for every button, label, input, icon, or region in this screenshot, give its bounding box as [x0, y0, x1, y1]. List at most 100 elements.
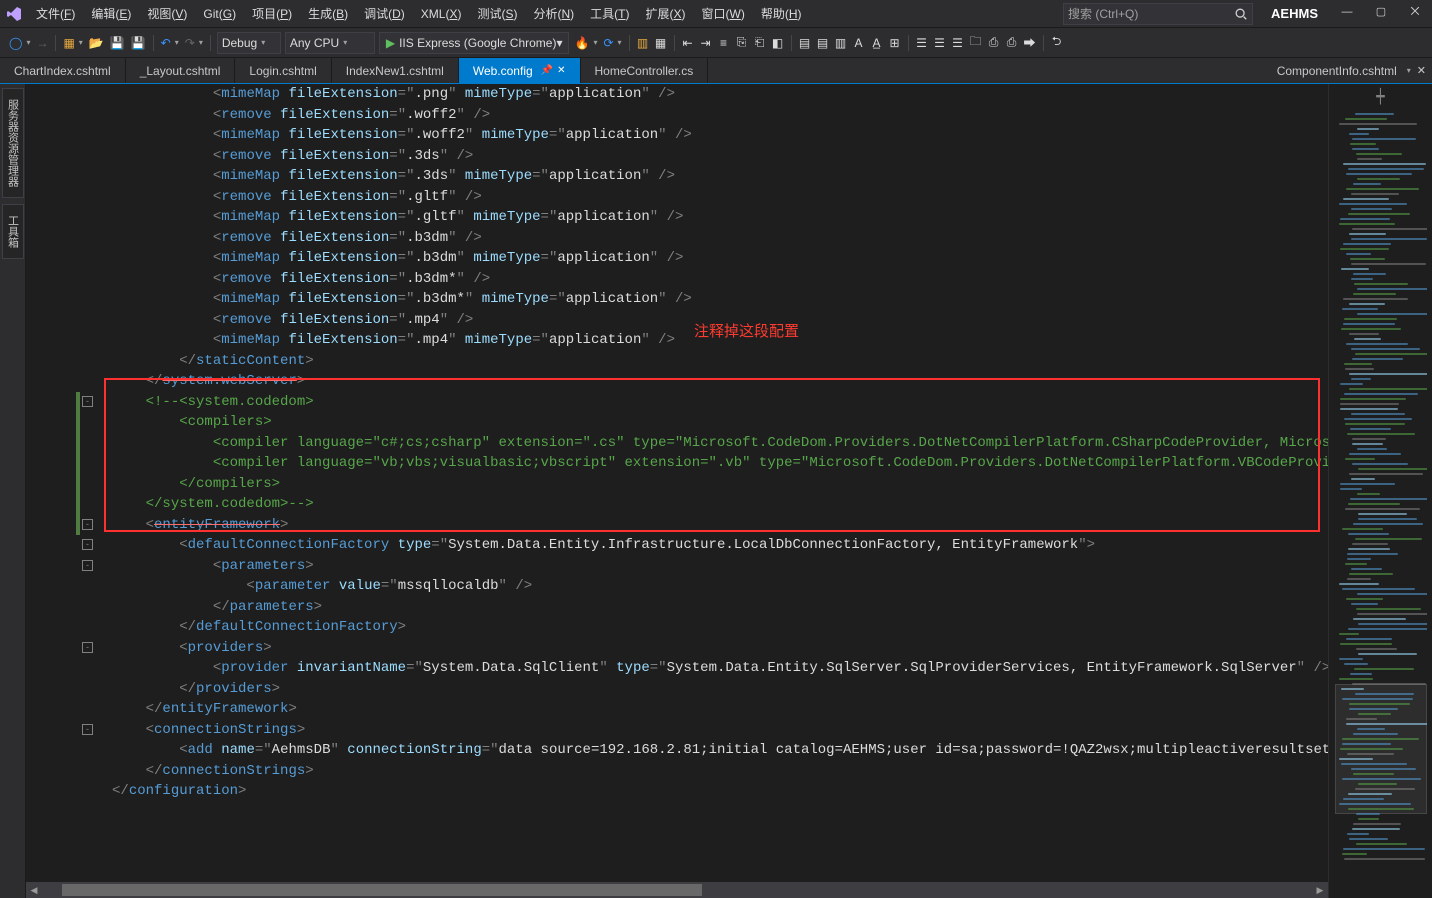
hot-reload-button[interactable]: 🔥▾: [571, 32, 600, 54]
fold-toggle[interactable]: -: [82, 724, 93, 735]
menu-XML[interactable]: XML(X): [413, 0, 470, 28]
tool-icon[interactable]: ⎙: [1003, 32, 1021, 54]
menu-视图[interactable]: 视图(V): [139, 0, 195, 28]
file-tab[interactable]: IndexNew1.cshtml: [332, 58, 459, 83]
minimap-line: [1346, 253, 1371, 255]
fold-toggle[interactable]: -: [82, 560, 93, 571]
minimap-line: [1357, 128, 1379, 130]
hscroll-right-arrow[interactable]: ▶: [1312, 882, 1328, 898]
nav-back-button[interactable]: ◯▾: [6, 32, 33, 54]
tool-icon[interactable]: 🗀: [967, 32, 985, 54]
left-rail-tab[interactable]: 工具箱: [2, 204, 24, 259]
tool-icon[interactable]: A: [850, 32, 868, 54]
tool-icon[interactable]: ⮕: [1021, 32, 1039, 54]
search-icon[interactable]: [1230, 4, 1252, 24]
minimap-line: [1358, 653, 1417, 655]
pin-icon[interactable]: 📌: [541, 65, 553, 76]
tool-icon[interactable]: ⎙: [985, 32, 1003, 54]
fold-toggle[interactable]: -: [82, 539, 93, 550]
code-line: <mimeMap fileExtension=".gltf" mimeType=…: [112, 207, 1328, 228]
horizontal-scrollbar[interactable]: ◀ ▶: [26, 882, 1328, 898]
minimap-line: [1344, 858, 1425, 860]
menu-窗口[interactable]: 窗口(W): [694, 0, 753, 28]
tool-icon[interactable]: ▥: [634, 32, 652, 54]
menu-项目[interactable]: 项目(P): [244, 0, 300, 28]
code-line: </providers>: [112, 679, 1328, 700]
minimap-line: [1352, 443, 1383, 445]
vs-logo-icon[interactable]: [0, 0, 28, 28]
tab-dropdown-icon[interactable]: ▾: [1407, 66, 1411, 75]
minimap-line: [1353, 183, 1381, 185]
hscroll-thumb[interactable]: [62, 884, 702, 896]
menu-测试[interactable]: 测试(S): [469, 0, 525, 28]
menu-工具[interactable]: 工具(T): [582, 0, 637, 28]
redo-button[interactable]: ↷▾: [182, 32, 206, 54]
fold-toggle[interactable]: -: [82, 519, 93, 530]
uncomment-icon[interactable]: ⎗: [751, 32, 769, 54]
tool-icon[interactable]: A̲: [868, 32, 886, 54]
code-line: <compiler language="c#;cs;csharp" extens…: [112, 433, 1328, 454]
file-tab[interactable]: _Layout.cshtml: [126, 58, 236, 83]
file-tab[interactable]: Web.config📌✕: [459, 58, 581, 83]
code-line: <entityFramework>: [112, 515, 1328, 536]
undo-button[interactable]: ↶▾: [158, 32, 182, 54]
open-button[interactable]: 📂: [86, 32, 107, 54]
menu-编辑[interactable]: 编辑(E): [83, 0, 139, 28]
run-button[interactable]: ▶ IIS Express (Google Chrome) ▾: [379, 32, 570, 54]
tool-icon[interactable]: ☰: [949, 32, 967, 54]
minimap-line: [1346, 173, 1412, 175]
tool-icon[interactable]: ▥: [832, 32, 850, 54]
fold-toggle[interactable]: -: [82, 396, 93, 407]
nav-fwd-button[interactable]: →: [33, 32, 51, 54]
file-tab[interactable]: HomeController.cs: [581, 58, 709, 83]
maximize-button[interactable]: ▢: [1364, 3, 1398, 25]
minimap-line: [1349, 703, 1410, 705]
editor-tabstrip: ChartIndex.cshtml_Layout.cshtmlLogin.csh…: [0, 58, 1432, 84]
quick-search-box[interactable]: 搜索 (Ctrl+Q): [1063, 3, 1253, 25]
minimap-line: [1353, 523, 1423, 525]
hscroll-left-arrow[interactable]: ◀: [26, 882, 42, 898]
file-tab[interactable]: Login.cshtml: [235, 58, 331, 83]
minimap-line: [1348, 548, 1390, 550]
tool-icon[interactable]: ▤: [814, 32, 832, 54]
new-item-button[interactable]: ▦▾: [60, 32, 85, 54]
code-line: <connectionStrings>: [112, 720, 1328, 741]
menu-分析[interactable]: 分析(N): [525, 0, 582, 28]
menu-调试[interactable]: 调试(D): [356, 0, 413, 28]
menu-扩展[interactable]: 扩展(X): [637, 0, 693, 28]
menu-Git[interactable]: Git(G): [195, 0, 244, 28]
minimap-line: [1350, 428, 1391, 430]
close-button[interactable]: ⨉: [1398, 3, 1432, 25]
tab-close-icon[interactable]: ✕: [557, 65, 565, 76]
menu-文件[interactable]: 文件(F): [28, 0, 83, 28]
minimap-line: [1342, 588, 1415, 590]
comment-icon[interactable]: ⎘: [733, 32, 751, 54]
code-minimap[interactable]: [1335, 109, 1427, 898]
code-editor[interactable]: ------ <mimeMap fileExtension=".png" mim…: [26, 84, 1328, 898]
file-tab[interactable]: ChartIndex.cshtml: [0, 58, 126, 83]
browser-refresh-button[interactable]: ⟳▾: [600, 32, 624, 54]
tool-icon[interactable]: ☰: [931, 32, 949, 54]
left-rail-tab[interactable]: 服务器资源管理器: [2, 88, 24, 198]
format-icon[interactable]: ≡: [715, 32, 733, 54]
minimap-line: [1341, 328, 1401, 330]
tool-icon[interactable]: ☰: [913, 32, 931, 54]
minimize-button[interactable]: —: [1330, 3, 1364, 25]
tool-icon[interactable]: ▦: [652, 32, 670, 54]
save-button[interactable]: 💾: [107, 32, 128, 54]
pinned-tab[interactable]: ComponentInfo.cshtml ▾ ✕: [1271, 58, 1432, 83]
bookmark-icon[interactable]: ◧: [769, 32, 787, 54]
tool-icon[interactable]: ⮌: [1048, 32, 1066, 54]
menu-帮助[interactable]: 帮助(H): [753, 0, 810, 28]
menu-生成[interactable]: 生成(B): [300, 0, 356, 28]
tool-icon[interactable]: ▤: [796, 32, 814, 54]
platform-dropdown[interactable]: Any CPU▾: [285, 32, 375, 54]
config-dropdown[interactable]: Debug▾: [217, 32, 281, 54]
tab-close-icon[interactable]: ✕: [1417, 64, 1426, 77]
save-all-button[interactable]: 💾: [128, 32, 149, 54]
split-handle-icon[interactable]: ┿: [1376, 88, 1384, 105]
indent-in-icon[interactable]: ⇥: [697, 32, 715, 54]
fold-toggle[interactable]: -: [82, 642, 93, 653]
tool-icon[interactable]: ⊞: [886, 32, 904, 54]
indent-out-icon[interactable]: ⇤: [679, 32, 697, 54]
